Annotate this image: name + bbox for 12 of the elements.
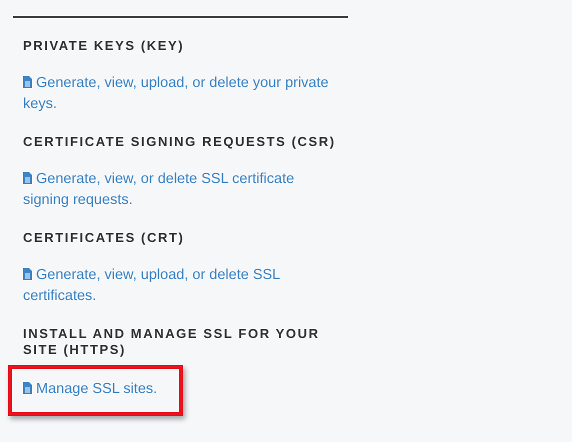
section-heading: INSTALL AND MANAGE SSL FOR YOUR SITE (HTTPS) <box>23 326 321 358</box>
section-heading: PRIVATE KEYS (KEY) <box>23 38 186 54</box>
section-link[interactable]: Generate, view, or delete SSL certificate signing requests. <box>23 169 335 211</box>
section-link[interactable]: Generate, view, upload, or delete SSL certificates. <box>23 265 335 307</box>
section-link[interactable]: Generate, view, upload, or delete your private keys. <box>23 73 335 115</box>
section-heading: CERTIFICATES (CRT) <box>23 230 186 246</box>
document-icon <box>23 268 32 280</box>
document-icon <box>23 172 32 184</box>
section-heading: CERTIFICATE SIGNING REQUESTS (CSR) <box>23 134 337 150</box>
document-icon <box>23 76 32 88</box>
section-link[interactable]: Manage SSL sites. <box>23 379 158 400</box>
document-icon <box>23 382 32 394</box>
